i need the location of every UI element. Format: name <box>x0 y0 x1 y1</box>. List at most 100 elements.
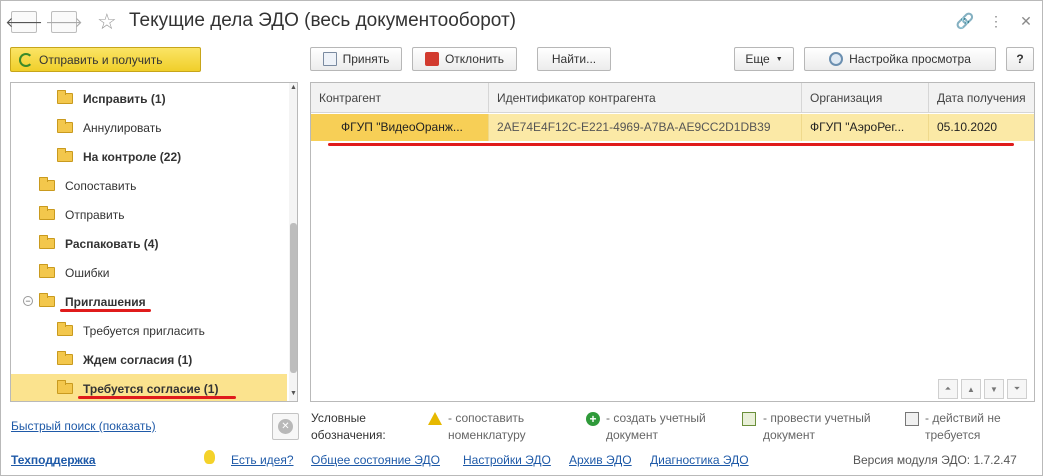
legend-text: - создать учетный <box>606 411 706 425</box>
document-accept-icon <box>322 52 337 66</box>
tree-scrollbar[interactable]: ▲ ▼ <box>289 83 297 401</box>
tree-item-label: Ошибки <box>65 265 110 280</box>
folder-icon <box>57 148 73 162</box>
tree-item-wait-consent[interactable]: Ждем согласия (1) <box>11 345 287 374</box>
dropdown-arrow-icon: ▼ <box>775 55 783 63</box>
tree-item-need-invite[interactable]: Требуется пригласить <box>11 316 287 345</box>
view-settings-label: Настройка просмотра <box>849 52 971 66</box>
cell-counterparty: ФГУП "ВидеоОранж... <box>311 114 489 141</box>
post-document-icon <box>742 412 756 426</box>
column-header-counterparty-id[interactable]: Идентификатор контрагента <box>489 83 802 113</box>
general-state-link[interactable]: Общее состояние ЭДО <box>311 453 440 467</box>
tree-item-label: Ждем согласия (1) <box>83 352 193 367</box>
tree-item-errors[interactable]: Ошибки <box>11 258 287 287</box>
no-action-icon <box>905 412 919 426</box>
more-label: Еще <box>745 52 770 66</box>
scroll-down-icon[interactable]: ▼ <box>289 389 297 399</box>
folder-icon <box>57 119 73 133</box>
clear-icon: ✕ <box>278 419 293 434</box>
back-button[interactable]: 🡐 <box>5 11 43 33</box>
tree-item-control[interactable]: На контроле (22) <box>11 142 287 171</box>
collapse-icon[interactable]: − <box>23 296 33 306</box>
accept-button[interactable]: Принять <box>310 47 402 71</box>
plus-circle-icon: + <box>586 412 600 426</box>
folder-icon <box>39 264 55 278</box>
arrow-right-icon: 🡒 <box>45 13 83 30</box>
diagnostics-link[interactable]: Диагностика ЭДО <box>650 453 749 467</box>
title-bar: 🡐 🡒 ☆ Текущие дела ЭДО (весь документооб… <box>1 1 1042 43</box>
forward-button[interactable]: 🡒 <box>45 11 83 33</box>
column-header-organization[interactable]: Организация <box>802 83 929 113</box>
reject-label: Отклонить <box>444 52 505 66</box>
folder-icon <box>39 177 55 191</box>
folder-icon <box>39 235 55 249</box>
idea-link[interactable]: Есть идея? <box>231 453 294 467</box>
column-header-date[interactable]: Дата получения <box>929 83 1034 113</box>
arrow-left-icon: 🡐 <box>5 13 43 30</box>
tree-item-label: На контроле (22) <box>83 149 182 164</box>
table-header: Контрагент Идентификатор контрагента Орг… <box>311 83 1034 113</box>
help-button[interactable]: ? <box>1006 47 1034 71</box>
version-label: Версия модуля ЭДО: 1.7.2.47 <box>853 453 1017 467</box>
tree-item-label: Сопоставить <box>65 178 137 193</box>
tree-item-annul[interactable]: Аннулировать <box>11 113 287 142</box>
accept-label: Принять <box>342 52 390 66</box>
support-link[interactable]: Техподдержка <box>11 453 96 467</box>
cell-organization: ФГУП "АэроРег... <box>802 114 929 141</box>
lightbulb-icon <box>204 450 215 464</box>
tree-item-label: Отправить <box>65 207 125 222</box>
folder-icon <box>39 206 55 220</box>
column-header-counterparty[interactable]: Контрагент <box>311 83 489 113</box>
tree-item-label: Требуется согласие (1) <box>83 381 219 396</box>
scrollbar-thumb[interactable] <box>290 223 297 373</box>
scroll-top-icon[interactable]: ⏶ <box>938 379 958 399</box>
help-label: ? <box>1016 52 1024 66</box>
view-settings-button[interactable]: Настройка просмотра <box>804 47 996 71</box>
warning-icon <box>428 412 442 425</box>
legend-text: требуется <box>925 428 981 442</box>
scroll-up-icon[interactable]: ▲ <box>289 83 297 93</box>
tree-item-unpack[interactable]: Распаковать (4) <box>11 229 287 258</box>
tree-item-label: Исправить (1) <box>83 91 166 106</box>
folder-tree: Исправить (1) Аннулировать На контроле (… <box>10 82 298 402</box>
cell-counterparty-id: 2AE74E4F12C-E221-4969-A7BA-AE9CC2D1DB39 <box>489 114 802 141</box>
tree-item-match[interactable]: Сопоставить <box>11 171 287 200</box>
folder-icon <box>57 380 73 394</box>
annotation-underline <box>60 309 151 312</box>
scroll-down-icon[interactable]: ▼ <box>984 379 1004 399</box>
tree-item-send[interactable]: Отправить <box>11 200 287 229</box>
tree-item-label: Приглашения <box>65 294 146 309</box>
settings-link[interactable]: Настройки ЭДО <box>463 453 551 467</box>
close-icon[interactable]: ✕ <box>1017 12 1035 30</box>
tree-item-label: Требуется пригласить <box>83 323 205 338</box>
tree-item-label: Аннулировать <box>83 120 162 135</box>
folder-icon <box>57 322 73 336</box>
quick-search-link[interactable]: Быстрый поиск (показать) <box>11 419 156 433</box>
find-label: Найти... <box>551 52 597 66</box>
link-icon[interactable]: 🔗 <box>956 12 975 30</box>
reject-button[interactable]: Отклонить <box>412 47 517 71</box>
tree-item-label: Распаковать (4) <box>65 236 159 251</box>
legend-text: - провести учетный <box>763 411 871 425</box>
folder-icon <box>57 90 73 104</box>
annotation-underline <box>78 396 236 399</box>
legend-text: документ <box>606 428 658 442</box>
find-button[interactable]: Найти... <box>537 47 611 71</box>
archive-link[interactable]: Архив ЭДО <box>569 453 632 467</box>
settings-icon <box>829 52 844 66</box>
favorite-star-icon[interactable]: ☆ <box>97 7 117 37</box>
tree-item-fix[interactable]: Исправить (1) <box>11 84 287 113</box>
scroll-bottom-icon[interactable]: ⏷ <box>1007 379 1027 399</box>
legend-title: обозначения: <box>311 428 386 442</box>
scroll-up-icon[interactable]: ▲ <box>961 379 981 399</box>
folder-icon <box>39 293 55 307</box>
send-receive-button[interactable]: Отправить и получить <box>10 47 201 72</box>
clear-search-button[interactable]: ✕ <box>272 413 299 440</box>
table-row[interactable]: ФГУП "ВидеоОранж... 2AE74E4F12C-E221-496… <box>311 114 1034 141</box>
refresh-icon <box>19 52 33 67</box>
cell-date: 05.10.2020 <box>937 120 998 134</box>
more-button[interactable]: Еще ▼ <box>734 47 794 71</box>
more-vertical-icon[interactable]: ⋮ <box>987 12 1005 30</box>
legend-text: номенклатуру <box>448 428 526 442</box>
documents-table: Контрагент Идентификатор контрагента Орг… <box>310 82 1035 402</box>
